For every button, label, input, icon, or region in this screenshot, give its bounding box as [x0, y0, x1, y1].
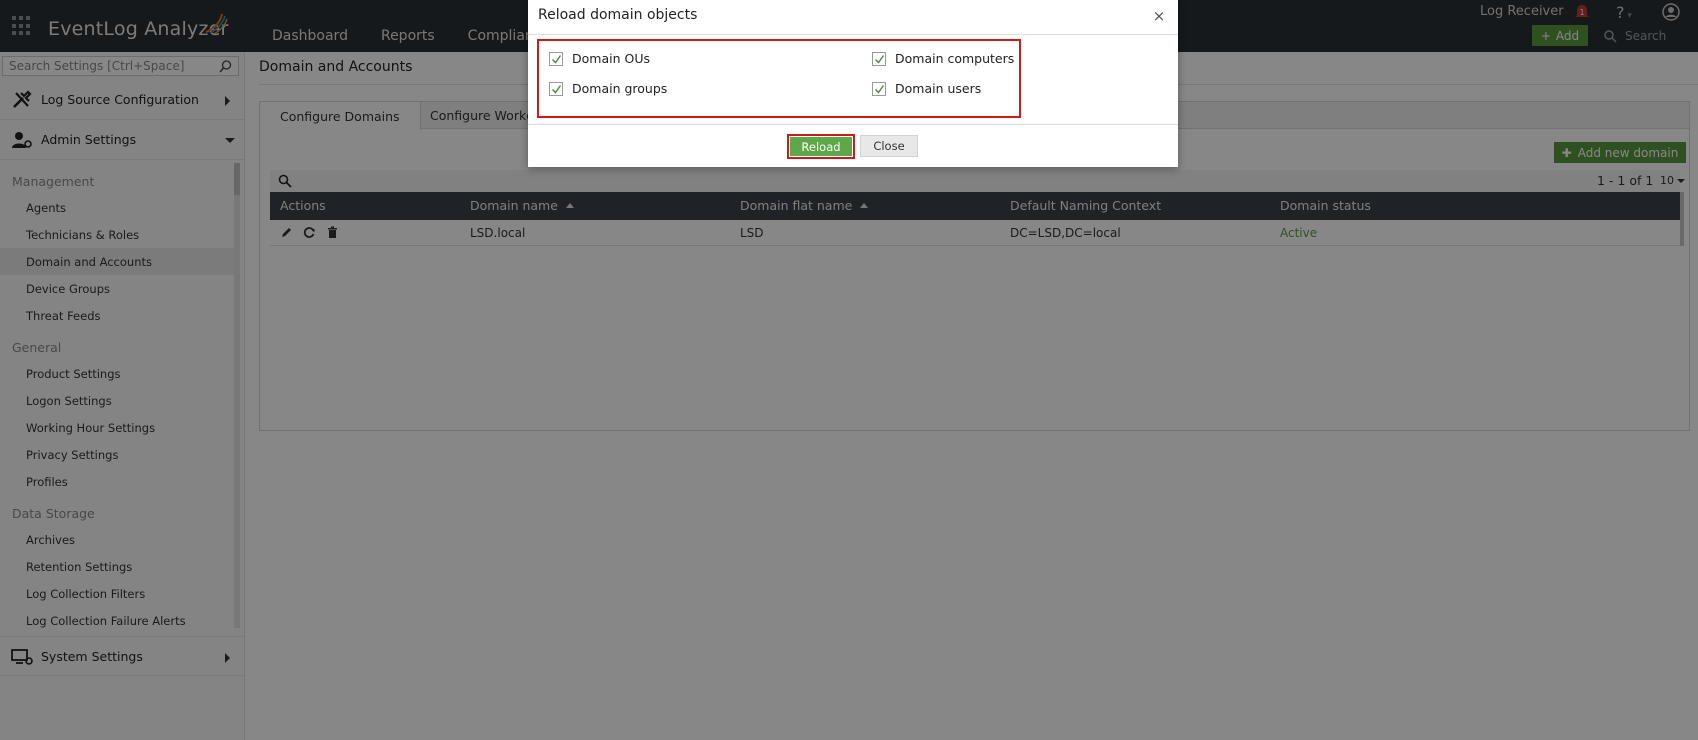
- option-domain-groups[interactable]: Domain groups: [549, 81, 667, 96]
- close-button[interactable]: Close: [860, 135, 918, 157]
- checkbox-domain-ous[interactable]: [549, 51, 563, 66]
- checkbox-domain-groups[interactable]: [549, 81, 563, 96]
- reload-button[interactable]: Reload: [790, 137, 852, 156]
- checkmark-icon: [552, 54, 562, 64]
- option-label: Domain OUs: [572, 51, 650, 66]
- option-domain-ous[interactable]: Domain OUs: [549, 51, 650, 66]
- checkbox-domain-users[interactable]: [872, 81, 886, 96]
- checkmark-icon: [552, 84, 562, 94]
- reload-button-highlight: Reload: [787, 134, 855, 159]
- checkmark-icon: [875, 54, 885, 64]
- option-label: Domain users: [895, 81, 982, 96]
- reload-options-group: Domain OUs Domain computers Domain group…: [537, 39, 1021, 118]
- dialog-title: Reload domain objects: [538, 7, 698, 23]
- reload-domain-objects-dialog: Reload domain objects × Domain OUs Domai…: [528, 0, 1178, 167]
- option-label: Domain groups: [572, 81, 668, 96]
- divider: [528, 34, 1178, 35]
- checkbox-domain-computers[interactable]: [872, 51, 886, 66]
- option-domain-users[interactable]: Domain users: [872, 81, 981, 96]
- option-domain-computers[interactable]: Domain computers: [872, 51, 1014, 66]
- close-icon[interactable]: ×: [1151, 8, 1167, 24]
- checkmark-icon: [875, 84, 885, 94]
- option-label: Domain computers: [895, 51, 1015, 66]
- divider: [528, 124, 1178, 125]
